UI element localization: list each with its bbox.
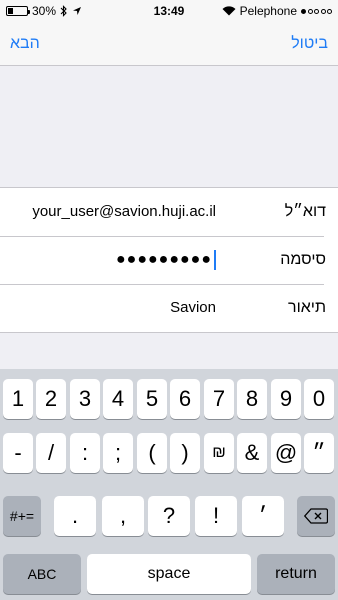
- more-symbols-key[interactable]: #+=: [3, 496, 41, 536]
- return-key[interactable]: return: [257, 554, 335, 594]
- next-button[interactable]: הבא: [10, 35, 40, 53]
- text-caret: [214, 250, 216, 270]
- key-digit[interactable]: 3: [70, 379, 100, 419]
- key-digit[interactable]: 2: [36, 379, 66, 419]
- email-field[interactable]: your_user@savion.huji.ac.il: [32, 203, 216, 220]
- backspace-icon: [304, 508, 328, 524]
- navigation-bar: הבא ביטול: [0, 22, 338, 66]
- account-form: דוא״ל your_user@savion.huji.ac.il סיסמה …: [0, 187, 338, 333]
- password-field[interactable]: ●●●●●●●●●: [116, 250, 216, 270]
- key-symbol[interactable]: :: [70, 433, 100, 473]
- status-bar: 30% 13:49 Pelephone: [0, 0, 338, 22]
- key-punctuation[interactable]: !: [195, 496, 237, 536]
- key-punctuation[interactable]: .: [54, 496, 96, 536]
- password-value: ●●●●●●●●●: [116, 251, 212, 268]
- carrier-name: Pelephone: [239, 4, 297, 18]
- description-label: תיאור: [288, 299, 326, 316]
- description-row[interactable]: תיאור Savion: [0, 284, 338, 332]
- key-symbol[interactable]: (: [137, 433, 167, 473]
- password-row[interactable]: סיסמה ●●●●●●●●●: [0, 236, 338, 284]
- description-field[interactable]: Savion: [170, 299, 216, 316]
- key-digit[interactable]: 8: [237, 379, 267, 419]
- email-row[interactable]: דוא״ל your_user@savion.huji.ac.il: [0, 188, 338, 236]
- key-digit[interactable]: 7: [204, 379, 234, 419]
- wifi-icon: [222, 6, 236, 16]
- key-punctuation[interactable]: ,: [102, 496, 144, 536]
- abc-key[interactable]: ABC: [3, 554, 81, 594]
- key-digit[interactable]: 1: [3, 379, 33, 419]
- keyboard: 1 2 3 4 5 6 7 8 9 0 - / : ; ( ) ₪ & @ ״ …: [0, 369, 338, 600]
- key-symbol[interactable]: &: [237, 433, 267, 473]
- key-digit[interactable]: 0: [304, 379, 334, 419]
- signal-dots-icon: [301, 8, 332, 14]
- password-label: סיסמה: [280, 251, 326, 268]
- key-symbol[interactable]: ): [170, 433, 200, 473]
- space-key[interactable]: space: [87, 554, 251, 594]
- key-symbol[interactable]: ₪: [204, 433, 234, 473]
- email-label: דוא״ל: [284, 203, 326, 220]
- key-symbol[interactable]: ״: [304, 433, 334, 473]
- delete-key[interactable]: [297, 496, 335, 536]
- key-symbol[interactable]: /: [36, 433, 66, 473]
- cancel-button[interactable]: ביטול: [291, 35, 328, 53]
- key-symbol[interactable]: ;: [103, 433, 133, 473]
- key-digit[interactable]: 5: [137, 379, 167, 419]
- key-digit[interactable]: 9: [271, 379, 301, 419]
- status-right: Pelephone: [222, 4, 332, 18]
- key-punctuation[interactable]: ?: [148, 496, 190, 536]
- key-digit[interactable]: 6: [170, 379, 200, 419]
- key-digit[interactable]: 4: [103, 379, 133, 419]
- key-symbol[interactable]: -: [3, 433, 33, 473]
- key-punctuation[interactable]: ׳: [242, 496, 284, 536]
- key-symbol[interactable]: @: [271, 433, 301, 473]
